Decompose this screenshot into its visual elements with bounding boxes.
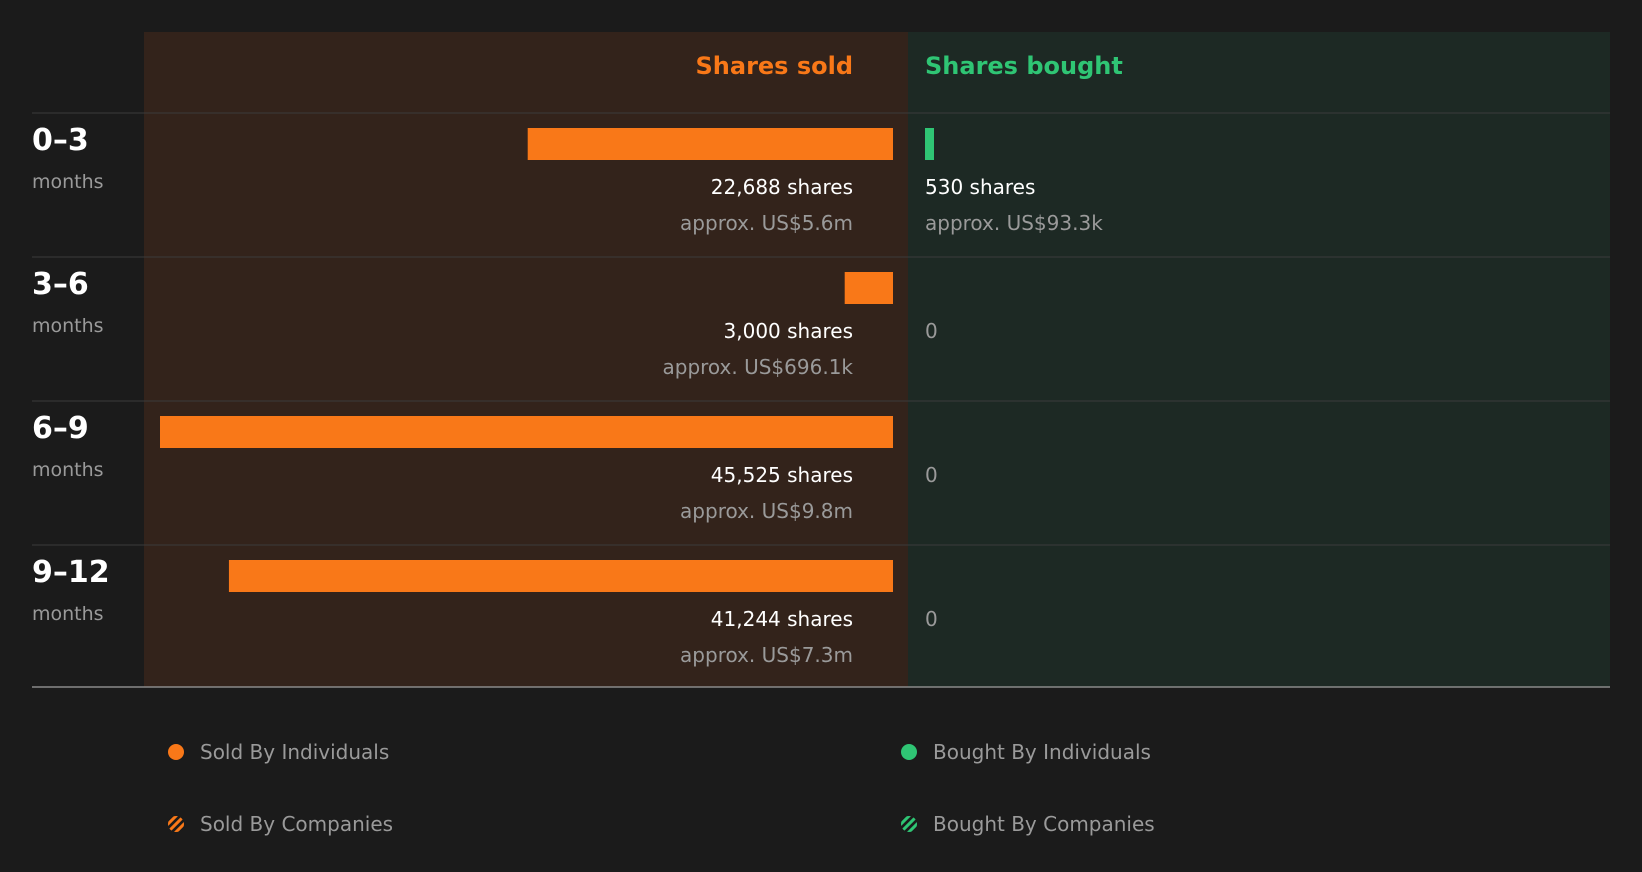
green-dot-icon bbox=[901, 744, 917, 760]
sold-shares-label: 3,000 shares bbox=[723, 319, 853, 343]
sold-value-label: approx. US$9.8m bbox=[680, 499, 853, 523]
shares-sold-header: Shares sold bbox=[695, 52, 854, 80]
legend-item: Bought By Companies bbox=[901, 812, 1155, 836]
bought-shares-label: 530 shares bbox=[925, 175, 1036, 199]
period-unit: months bbox=[32, 315, 104, 337]
period-label: 0–3 bbox=[32, 123, 89, 158]
sold-value-label: approx. US$7.3m bbox=[680, 643, 853, 667]
period-row: 9–12 months 41,244 shares approx. US$7.3… bbox=[0, 545, 1642, 689]
legend-item: Sold By Companies bbox=[168, 812, 393, 836]
sold-shares-label: 41,244 shares bbox=[710, 607, 853, 631]
period-row: 6–9 months 45,525 shares approx. US$9.8m… bbox=[0, 401, 1642, 545]
sold-value-label: approx. US$696.1k bbox=[662, 355, 854, 379]
legend-item: Bought By Individuals bbox=[901, 740, 1151, 764]
legend-item: Sold By Individuals bbox=[168, 740, 389, 764]
bought-shares-label: 0 bbox=[925, 463, 938, 487]
bought-shares-label: 0 bbox=[925, 607, 938, 631]
period-label: 6–9 bbox=[32, 411, 89, 446]
bought-shares-label: 0 bbox=[925, 319, 938, 343]
period-unit: months bbox=[32, 603, 104, 625]
insider-trading-chart: Shares sold Shares bought 0–3 months 22,… bbox=[0, 0, 1642, 700]
bought-value-label: approx. US$93.3k bbox=[925, 211, 1103, 235]
orange-dot-icon bbox=[168, 744, 184, 760]
period-label: 3–6 bbox=[32, 267, 89, 302]
period-row: 3–6 months 3,000 shares approx. US$696.1… bbox=[0, 257, 1642, 401]
period-unit: months bbox=[32, 171, 104, 193]
period-label: 9–12 bbox=[32, 555, 110, 590]
legend-label: Sold By Companies bbox=[200, 812, 394, 836]
green-striped-dot-icon bbox=[901, 816, 917, 832]
legend-label: Bought By Companies bbox=[933, 812, 1155, 836]
legend-label: Bought By Individuals bbox=[933, 740, 1151, 764]
chart-legend: Sold By Individuals Bought By Individual… bbox=[0, 740, 1642, 860]
shares-bought-header: Shares bought bbox=[925, 52, 1123, 80]
period-unit: months bbox=[32, 459, 104, 481]
sold-value-label: approx. US$5.6m bbox=[680, 211, 853, 235]
sold-shares-label: 45,525 shares bbox=[710, 463, 853, 487]
orange-striped-dot-icon bbox=[168, 816, 184, 832]
sold-shares-label: 22,688 shares bbox=[710, 175, 853, 199]
period-row: 0–3 months 22,688 shares approx. US$5.6m… bbox=[0, 113, 1642, 257]
legend-label: Sold By Individuals bbox=[200, 740, 390, 764]
